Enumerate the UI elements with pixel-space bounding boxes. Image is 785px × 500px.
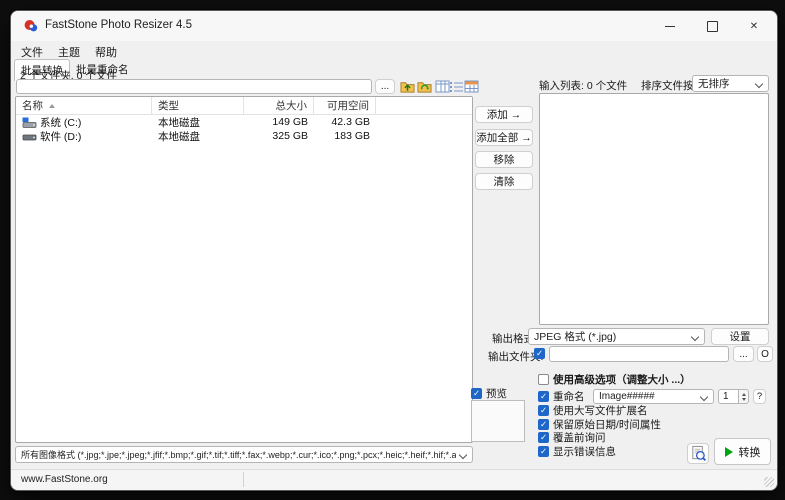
status-website-link[interactable]: www.FastStone.org (21, 474, 108, 485)
stepper-arrows[interactable] (739, 389, 749, 404)
ask-overwrite-row: 覆盖前询问 (538, 431, 606, 444)
minimize-button[interactable] (659, 17, 681, 35)
preview-result-button[interactable] (687, 443, 709, 464)
preview-label: 预览 (486, 386, 507, 401)
stepper-down-icon[interactable] (742, 398, 746, 401)
convert-button[interactable]: 转换 (714, 438, 771, 465)
file-browser-list[interactable]: 名称 类型 总大小 可用空间 系统 (C:) 本地磁盘 149 GB 42.3 … (15, 96, 473, 443)
path-input[interactable] (16, 79, 372, 94)
app-logo-icon (24, 19, 38, 33)
advanced-options-label: 使用高级选项（调整大小 ...） (553, 372, 691, 387)
input-list-box[interactable] (539, 93, 769, 325)
ask-overwrite-checkbox[interactable] (538, 432, 549, 443)
app-window: FastStone Photo Resizer 4.5 文件 主题 帮助 批量转… (10, 10, 778, 491)
uppercase-ext-label: 使用大写文件扩展名 (553, 403, 648, 418)
sort-ascending-icon (49, 104, 55, 108)
drive-row-d[interactable]: 软件 (D:) 本地磁盘 325 GB 183 GB (16, 129, 472, 143)
rename-start-value[interactable]: 1 (718, 389, 739, 404)
details-view-icon[interactable] (435, 79, 450, 94)
title-bar[interactable]: FastStone Photo Resizer 4.5 (11, 11, 777, 41)
chevron-down-icon (691, 333, 699, 341)
file-list-header: 名称 类型 总大小 可用空间 (16, 97, 472, 115)
uppercase-ext-row: 使用大写文件扩展名 (538, 404, 648, 417)
settings-button[interactable]: 设置 (711, 328, 769, 345)
menu-help[interactable]: 帮助 (90, 42, 122, 60)
show-errors-checkbox[interactable] (538, 446, 549, 457)
preview-row: 预览 (471, 387, 507, 400)
status-divider (243, 472, 244, 487)
clear-button[interactable]: 清除 (475, 173, 533, 190)
thumbnail-view-icon[interactable] (464, 79, 479, 94)
format-filter-value: 所有图像格式 (*.jpg;*.jpe;*.jpeg;*.jfif;*.bmp;… (21, 448, 456, 461)
folder-up-icon[interactable] (400, 79, 415, 94)
drive-d-icon (22, 131, 37, 142)
sort-by-label: 排序文件按: (641, 78, 696, 93)
menu-file[interactable]: 文件 (16, 42, 48, 60)
preview-panel (471, 400, 525, 442)
advanced-options-row: 使用高级选项（调整大小 ...） (538, 373, 691, 386)
add-all-button[interactable]: 添加全部 → (475, 129, 533, 146)
remove-button[interactable]: 移除 (475, 151, 533, 168)
chevron-down-icon (459, 451, 467, 459)
menu-theme[interactable]: 主题 (53, 42, 85, 60)
keep-date-checkbox[interactable] (538, 419, 549, 430)
rename-start-stepper[interactable]: 1 (718, 389, 749, 404)
drive-row-c[interactable]: 系统 (C:) 本地磁盘 149 GB 42.3 GB (16, 115, 472, 129)
output-folder-checkbox[interactable] (534, 348, 545, 359)
document-magnifier-icon (690, 445, 707, 462)
stepper-up-icon[interactable] (742, 393, 746, 396)
close-button[interactable] (743, 17, 765, 35)
browse-path-button[interactable]: ... (375, 79, 395, 94)
status-bar: www.FastStone.org (11, 469, 777, 490)
rename-checkbox[interactable] (538, 391, 549, 402)
drive-c-icon (22, 117, 37, 128)
advanced-options-checkbox[interactable] (538, 374, 549, 385)
rename-label: 重命名 (553, 389, 585, 404)
play-icon (725, 447, 733, 457)
rename-pattern-select[interactable]: Image##### (593, 389, 714, 404)
output-folder-input[interactable] (549, 346, 729, 362)
format-filter-select[interactable]: 所有图像格式 (*.jpg;*.jpe;*.jpeg;*.jfif;*.bmp;… (15, 446, 473, 463)
menu-bar: 文件 主题 帮助 (16, 42, 122, 60)
ask-overwrite-label: 覆盖前询问 (553, 430, 606, 445)
uppercase-ext-checkbox[interactable] (538, 405, 549, 416)
column-header-blank (376, 97, 472, 114)
add-button[interactable]: 添加 → (475, 106, 533, 123)
sort-by-select[interactable]: 无排序 (692, 75, 769, 92)
column-header-name[interactable]: 名称 (16, 97, 152, 114)
preview-checkbox[interactable] (471, 388, 482, 399)
output-format-select[interactable]: JPEG 格式 (*.jpg) (528, 328, 705, 345)
column-header-size[interactable]: 总大小 (244, 97, 314, 114)
folder-refresh-icon[interactable] (417, 79, 432, 94)
chevron-down-icon (700, 393, 708, 401)
rename-row: 重命名 (538, 390, 585, 403)
open-output-folder-button[interactable]: O (757, 346, 773, 362)
show-errors-row: 显示错误信息 (538, 445, 616, 458)
resize-grip[interactable] (764, 477, 774, 487)
chevron-down-icon (755, 80, 763, 88)
column-header-free[interactable]: 可用空间 (314, 97, 376, 114)
rename-help-button[interactable]: ? (753, 389, 766, 404)
input-list-label: 输入列表: 0 个文件 (539, 78, 627, 93)
window-title: FastStone Photo Resizer 4.5 (45, 19, 192, 31)
show-errors-label: 显示错误信息 (553, 444, 616, 459)
browse-output-folder-button[interactable]: ... (733, 346, 754, 362)
column-header-type[interactable]: 类型 (152, 97, 244, 114)
maximize-button[interactable] (701, 17, 723, 35)
list-view-icon[interactable] (449, 79, 464, 94)
